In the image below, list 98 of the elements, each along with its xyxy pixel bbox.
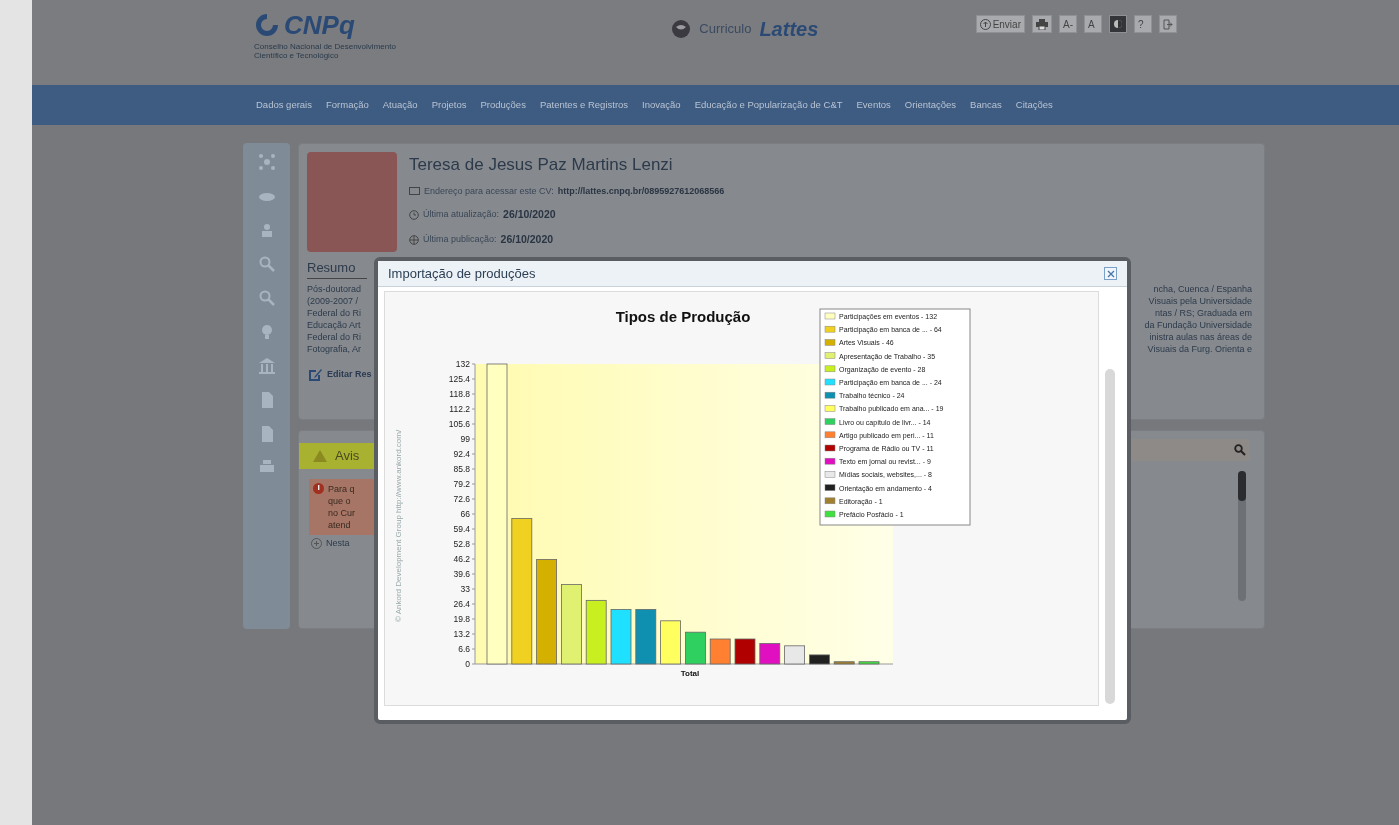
date-value: 26/10/2020 (503, 207, 556, 222)
y-tick-label: 132 (455, 359, 470, 369)
edit-icon (307, 366, 323, 383)
y-tick-label: 105.6 (448, 419, 470, 429)
y-tick-label: 26.4 (453, 599, 470, 609)
scrollbar[interactable] (1238, 470, 1246, 601)
field-label: Endereço para acessar este CV: (424, 184, 554, 198)
help-button[interactable]: ? (1134, 15, 1152, 33)
section-heading: Resumo (307, 258, 367, 279)
globe-icon (671, 19, 692, 39)
print-button[interactable] (1032, 15, 1052, 33)
logo-subtitle: Conselho Nacional de Desenvolvimento Científico e Tecnológico (254, 42, 397, 60)
y-tick-label: 33 (460, 584, 470, 594)
y-tick-label: 19.8 (453, 614, 470, 624)
summary-text: Federal do Ri (307, 306, 362, 319)
exit-button[interactable] (1159, 15, 1177, 33)
warning-icon (313, 450, 327, 462)
y-tick-label: 0 (465, 659, 470, 669)
nav-link[interactable]: Inovação (642, 97, 681, 113)
contrast-icon (1113, 19, 1123, 29)
y-tick-label: 112.2 (449, 404, 470, 414)
y-tick-label: 85.8 (453, 464, 470, 474)
nav-link[interactable]: Orientações (904, 97, 957, 113)
chart-credit: © Ankord Development Group http://www.ankord.com/ (394, 429, 403, 622)
nav-link[interactable]: Citações (1015, 97, 1053, 113)
magnifier-icon[interactable] (257, 289, 276, 307)
font-smaller-button[interactable]: A- (1059, 15, 1077, 33)
nav-link[interactable]: Bancas (970, 97, 1002, 113)
y-tick-label: 72.6 (453, 494, 470, 504)
app-title: Lattes (759, 17, 819, 42)
person-name: Teresa de Jesus Paz Martins Lenzi (409, 154, 674, 176)
summary-text: ntas / RS; Graduada em (1154, 306, 1252, 319)
alert-text: Para q (328, 483, 355, 495)
date-value: 26/10/2020 (500, 231, 554, 247)
send-button[interactable]: Enviar (975, 15, 1025, 33)
y-tick-label: 39.6 (453, 569, 470, 579)
y-tick-label: 118.8 (449, 389, 470, 399)
clock-icon (409, 209, 419, 220)
close-button[interactable] (1104, 267, 1117, 280)
dialog-title: Importação de produções (388, 264, 536, 283)
y-tick-label: 6.6 (458, 644, 470, 654)
printer-icon (1036, 18, 1048, 30)
upload-icon (979, 18, 991, 30)
font-size-button[interactable]: A (1084, 15, 1102, 33)
contrast-button[interactable] (1109, 15, 1127, 33)
nav-link[interactable]: Dados gerais (256, 97, 312, 113)
swirl-logo-icon (254, 12, 280, 38)
building-icon[interactable] (257, 357, 276, 375)
scrollbar[interactable] (1105, 369, 1115, 704)
y-tick-label: 79.2 (453, 479, 470, 489)
y-tick-label: 92.4 (453, 449, 470, 459)
summary-text: ncha, Cuenca / Espanha (1153, 282, 1252, 295)
summary-text: da Fundação Universidade (1144, 318, 1252, 331)
edit-link[interactable]: Editar Res (327, 367, 372, 382)
nav-link[interactable]: Produções (480, 97, 526, 113)
summary-text: Educação Art (307, 318, 362, 331)
summary-text: Federal do Ri (307, 330, 362, 343)
plus-circle-icon (311, 538, 322, 550)
exit-icon (1163, 18, 1173, 30)
field-label: Última publicação: (423, 232, 497, 246)
notice-text: Nesta (326, 537, 350, 550)
card-icon (409, 187, 420, 196)
nav-link[interactable]: Atuação (382, 97, 418, 113)
nav-link[interactable]: Formação (326, 97, 369, 113)
y-tick-label: 52.8 (453, 539, 470, 549)
network-icon[interactable] (257, 153, 276, 171)
y-tick-label: 59.4 (453, 524, 470, 534)
notices-title: Avis (335, 447, 360, 466)
alert-icon (313, 483, 324, 494)
summary-text: Pós-doutorad (307, 282, 362, 295)
y-tick-label: 99 (460, 434, 470, 444)
search-field[interactable] (1130, 438, 1250, 461)
nav-link[interactable]: Projetos (431, 97, 467, 113)
summary-text: inistra aulas nas áreas de (1149, 330, 1252, 343)
nav-link[interactable]: Eventos (856, 97, 891, 113)
y-tick-label: 13.2 (453, 629, 470, 639)
x-category-label: Total (680, 669, 700, 678)
alert-text: que o (328, 495, 352, 507)
search-icon (1234, 443, 1246, 456)
field-label: Última atualização: (423, 208, 500, 222)
close-icon (1106, 269, 1115, 278)
summary-text: Visuais da Furg. Orienta e (1147, 342, 1252, 355)
summary-text: Fotografia, Ar (307, 342, 362, 355)
logo-text: CNPq (284, 12, 355, 38)
alert-text: atend (328, 519, 352, 531)
chart-title: Tipos de Produção (615, 308, 751, 325)
app-title-prefix: Curriculo (699, 20, 752, 39)
globe-icon (409, 234, 419, 245)
magnifier-icon[interactable] (257, 255, 276, 273)
alert-text: no Cur (328, 507, 355, 519)
y-tick-label: 125.4 (448, 374, 470, 384)
summary-text: (2009-2007 / (307, 294, 360, 307)
nav-link[interactable]: Educação e Popularização de C&T (694, 97, 843, 113)
y-tick-label: 66 (460, 509, 470, 519)
nav-link[interactable]: Patentes e Registros (539, 97, 629, 113)
y-tick-label: 46.2 (453, 554, 470, 564)
summary-text: Visuais pela Universidade (1148, 294, 1252, 307)
cv-url: http://lattes.cnpq.br/0895927612068566 (557, 184, 725, 198)
